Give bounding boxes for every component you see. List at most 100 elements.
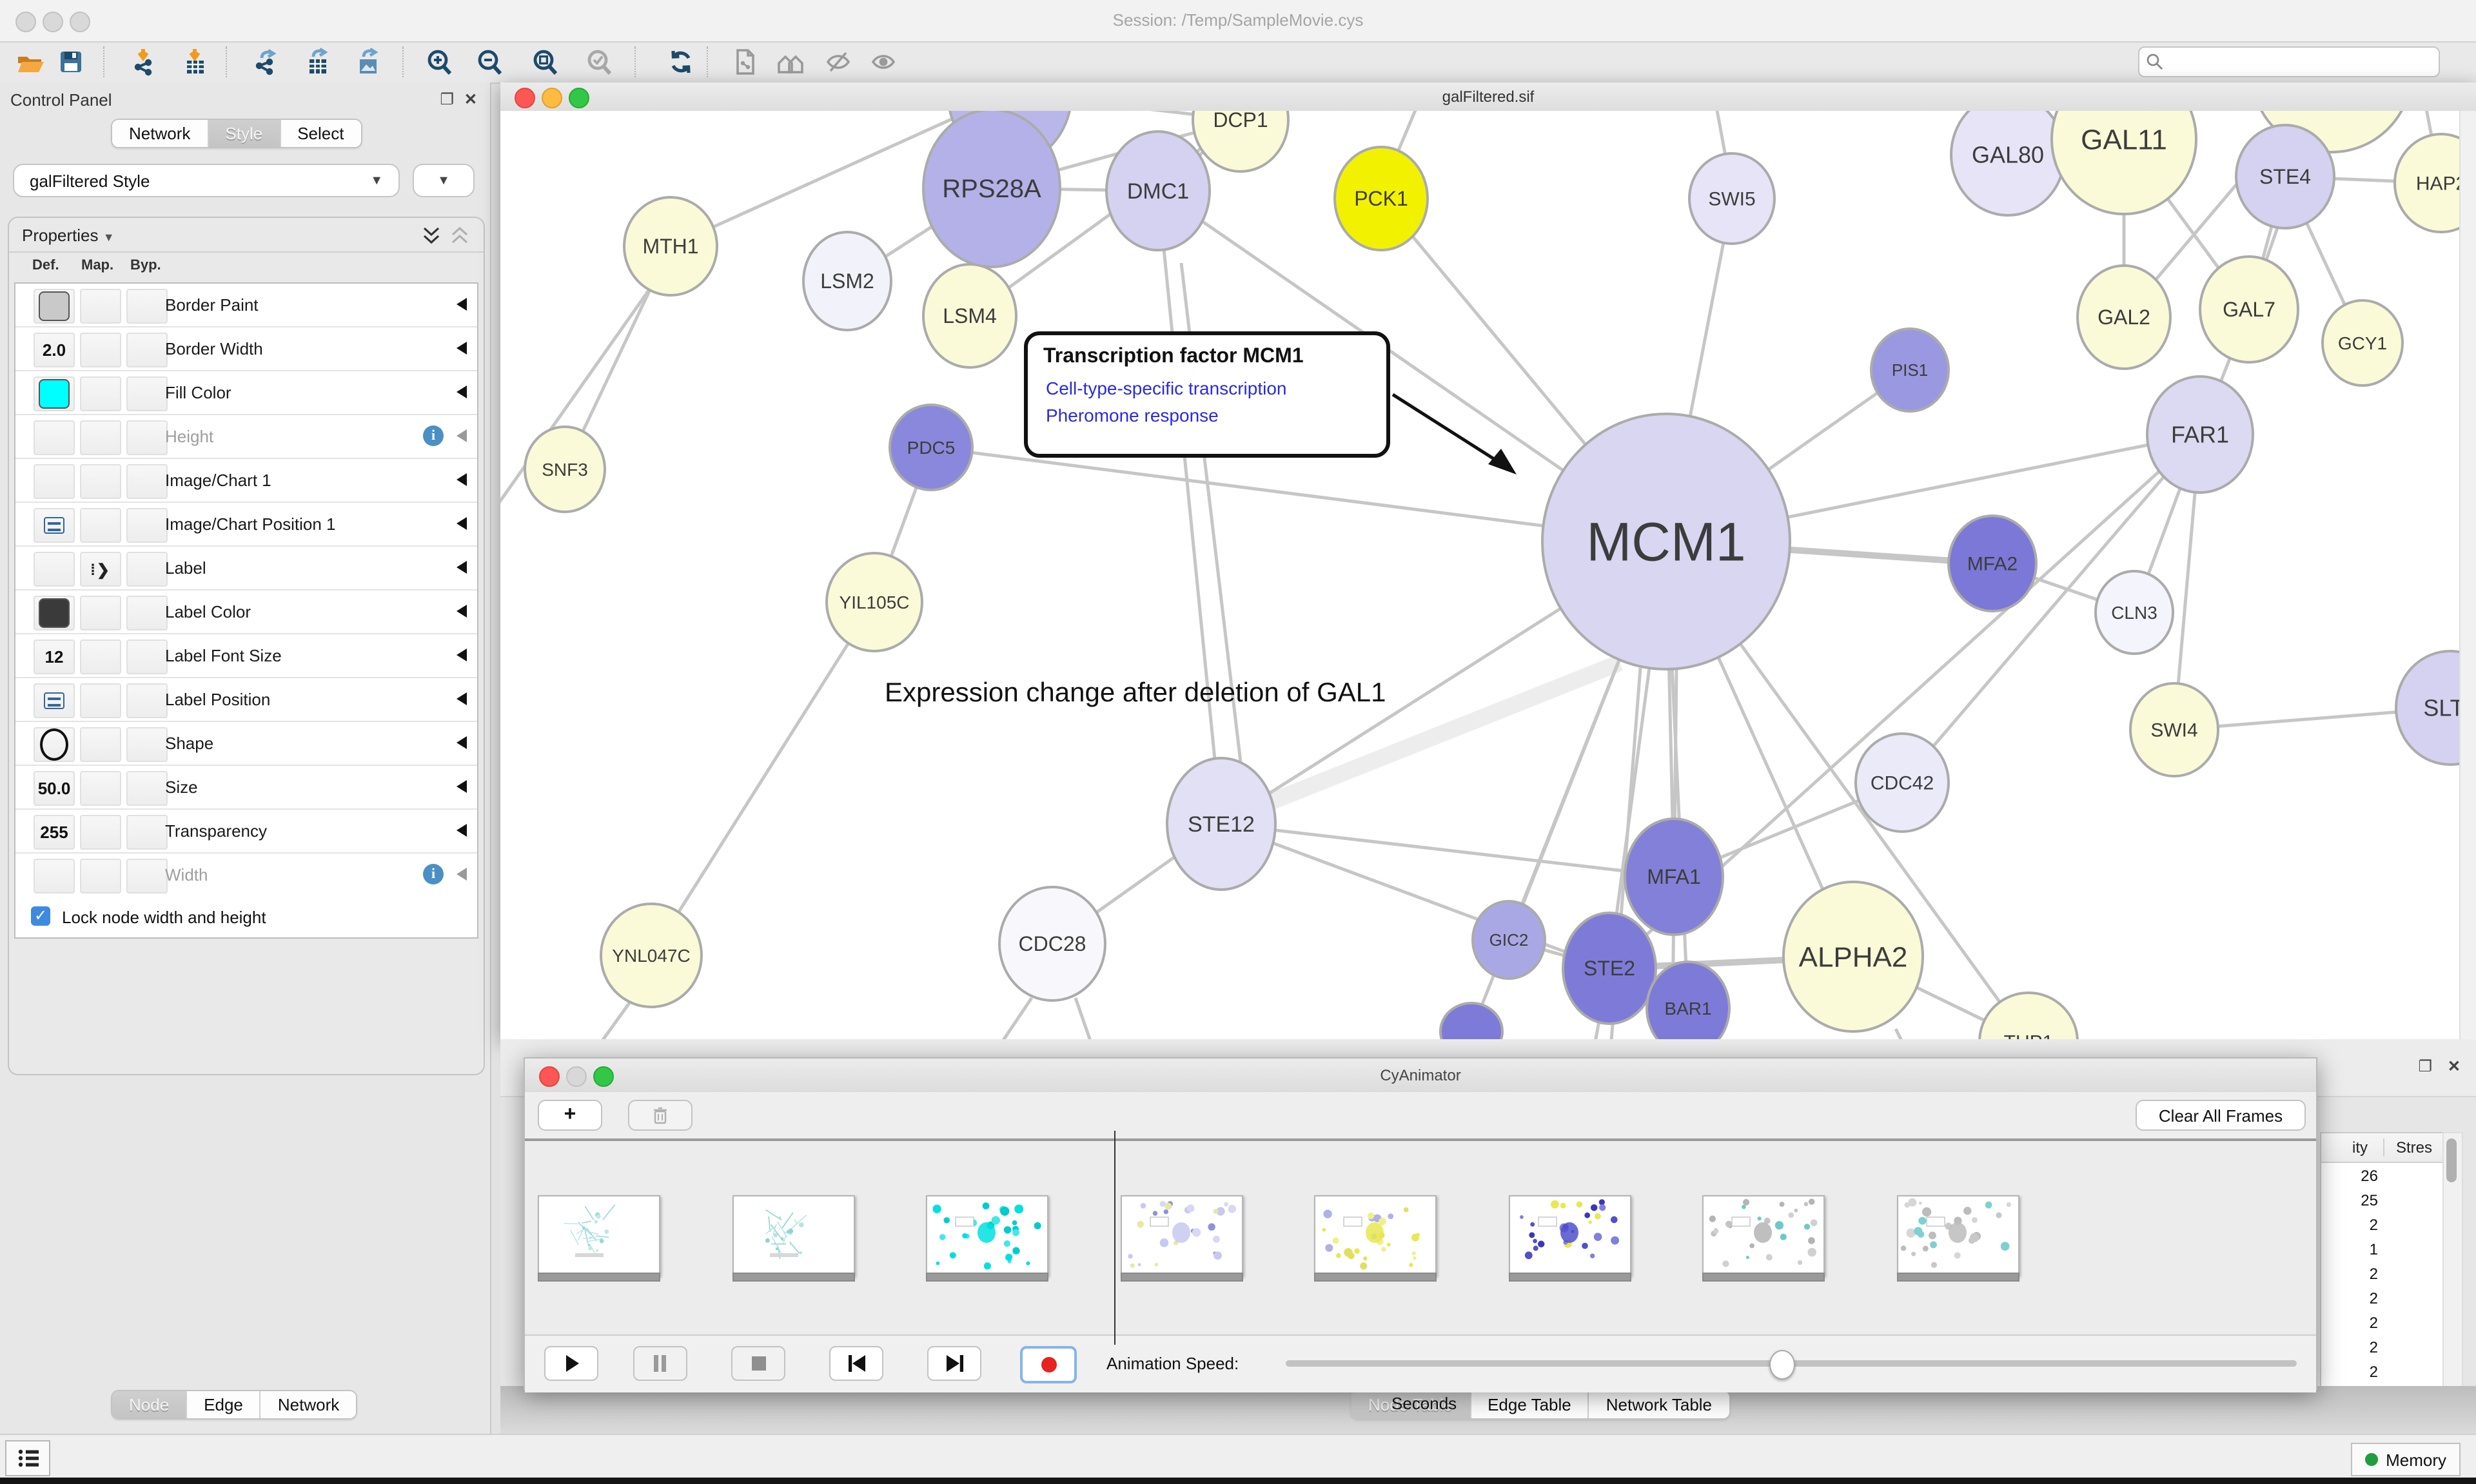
frame-thumbnail-4[interactable] — [1120, 1195, 1243, 1276]
expand-row-icon[interactable] — [457, 649, 467, 661]
info-icon[interactable]: i — [423, 864, 444, 884]
save-session-icon[interactable] — [54, 45, 88, 79]
network-node-DCP1[interactable]: DCP1 — [1193, 111, 1288, 171]
tab-network[interactable]: Network — [112, 120, 208, 147]
open-doc-icon[interactable] — [729, 45, 762, 79]
default-value-cell[interactable]: 12 — [34, 639, 75, 674]
network-node-PDC5[interactable]: PDC5 — [890, 405, 972, 490]
network-node-CLN3[interactable]: CLN3 — [2096, 571, 2173, 654]
open-session-icon[interactable] — [13, 45, 46, 79]
bypass-cell[interactable] — [126, 552, 168, 587]
tab-node[interactable]: Node — [112, 1391, 187, 1418]
default-value-cell[interactable] — [34, 289, 75, 324]
network-node-YIL105C[interactable]: YIL105C — [827, 553, 922, 651]
table-cell[interactable]: 2 — [2321, 1216, 2378, 1234]
bypass-cell[interactable] — [126, 639, 168, 674]
record-button[interactable] — [1020, 1346, 1077, 1383]
network-node-YNL047C[interactable]: YNL047C — [601, 904, 702, 1007]
mapping-cell[interactable] — [80, 596, 121, 630]
tab-edge[interactable]: Edge — [187, 1391, 261, 1418]
default-value-cell[interactable] — [34, 727, 75, 762]
frame-thumbnail-3[interactable] — [926, 1195, 1048, 1276]
default-value-cell[interactable] — [34, 508, 75, 543]
expand-row-icon[interactable] — [457, 517, 467, 530]
network-node-BAR1[interactable]: BAR1 — [1647, 962, 1729, 1039]
tab-edge-table[interactable]: Edge Table — [1471, 1391, 1589, 1418]
zoom-in-icon[interactable] — [423, 45, 457, 79]
animation-speed-thumb[interactable] — [1769, 1350, 1795, 1380]
expand-row-icon[interactable] — [457, 736, 467, 749]
table-cell[interactable]: 2 — [2321, 1314, 2378, 1332]
frame-thumbnail-7[interactable] — [1702, 1195, 1825, 1276]
table-cell[interactable]: 1 — [2321, 1240, 2378, 1258]
mapping-cell[interactable] — [80, 683, 121, 718]
property-row-fill-color[interactable]: Fill Color — [15, 371, 477, 415]
bypass-cell[interactable] — [126, 333, 168, 367]
default-value-cell[interactable] — [34, 552, 75, 587]
network-node-DMC1[interactable]: DMC1 — [1106, 132, 1210, 250]
network-titlebar[interactable]: galFiltered.sif — [500, 83, 2476, 112]
float-panel-icon[interactable]: ❐ — [440, 90, 454, 108]
network-node-SNF3[interactable]: SNF3 — [525, 427, 605, 512]
memory-button[interactable]: Memory — [2351, 1443, 2461, 1476]
zoom-fit-icon[interactable] — [529, 45, 562, 79]
table-vertical-scrollbar[interactable] — [2442, 1132, 2463, 1426]
tab-select[interactable]: Select — [280, 120, 360, 147]
property-row-width[interactable]: Widthi — [15, 854, 477, 897]
network-canvas[interactable]: MTH1RPS28ALSM2LSM4DCP1DMC1PCK1SNF3PDC5YI… — [500, 111, 2461, 1039]
default-value-cell[interactable] — [34, 859, 75, 893]
cyanimator-titlebar[interactable]: CyAnimator — [525, 1059, 2316, 1093]
bypass-cell[interactable] — [126, 727, 168, 762]
expand-row-icon[interactable] — [457, 473, 467, 486]
network-node-CDC28[interactable]: CDC28 — [999, 887, 1105, 1001]
table-cell[interactable]: 2 — [2321, 1289, 2378, 1307]
tab-network[interactable]: Network — [261, 1391, 356, 1418]
add-frame-button[interactable]: + — [538, 1100, 602, 1131]
expand-row-icon[interactable] — [457, 780, 467, 793]
network-node-MCM1[interactable]: MCM1 — [1542, 414, 1790, 669]
expand-row-icon[interactable] — [457, 342, 467, 355]
play-button[interactable] — [544, 1346, 598, 1381]
property-row-border-paint[interactable]: Border Paint — [15, 284, 477, 327]
import-network-icon[interactable] — [126, 45, 160, 79]
export-table-icon[interactable] — [300, 45, 334, 79]
expand-row-icon[interactable] — [457, 386, 467, 398]
collapse-all-icon[interactable] — [451, 227, 468, 244]
network-node-GCY1[interactable]: GCY1 — [2323, 300, 2402, 386]
mapping-cell[interactable] — [80, 639, 121, 674]
network-node-GAL2[interactable]: GAL2 — [2078, 266, 2170, 369]
property-row-label-font-size[interactable]: 12Label Font Size — [15, 634, 477, 678]
frame-thumbnail-1[interactable] — [538, 1195, 660, 1276]
default-value-cell[interactable] — [34, 596, 75, 630]
expand-row-icon[interactable] — [457, 429, 467, 442]
first-neighbors-icon[interactable] — [774, 45, 807, 79]
bypass-cell[interactable] — [126, 508, 168, 543]
property-row-transparency[interactable]: 255Transparency — [15, 810, 477, 854]
mapping-cell[interactable] — [80, 815, 121, 850]
network-node-GAL80[interactable]: GAL80 — [1951, 111, 2065, 215]
network-node-GAL11[interactable]: GAL11 — [2052, 111, 2196, 214]
property-row-size[interactable]: 50.0Size — [15, 766, 477, 810]
style-selector[interactable]: galFiltered Style ▼ — [13, 164, 400, 197]
tab-style[interactable]: Style — [208, 120, 280, 147]
bypass-cell[interactable] — [126, 815, 168, 850]
property-row-image-chart-1[interactable]: Image/Chart 1 — [15, 459, 477, 503]
stop-button[interactable] — [731, 1346, 785, 1381]
mapping-cell[interactable] — [80, 464, 121, 499]
close-panel-icon[interactable]: ✕ — [464, 90, 477, 108]
property-row-label-position[interactable]: Label Position — [15, 678, 477, 722]
show-all-icon[interactable] — [867, 45, 900, 79]
default-value-cell[interactable] — [34, 376, 75, 411]
property-row-label-color[interactable]: Label Color — [15, 591, 477, 634]
table-cell[interactable]: 2 — [2321, 1265, 2378, 1283]
cyanimator-timeline[interactable]: 0123456789Seconds — [525, 1141, 2316, 1334]
frame-thumbnail-5[interactable] — [1314, 1195, 1437, 1276]
network-node-MTH1[interactable]: MTH1 — [624, 197, 717, 295]
export-image-icon[interactable] — [351, 45, 384, 79]
property-row-border-width[interactable]: 2.0Border Width — [15, 327, 477, 371]
float-table-icon[interactable]: ❐ — [2418, 1057, 2432, 1075]
lock-checkbox[interactable]: ✓ — [31, 906, 50, 926]
network-node-pbot[interactable] — [1440, 1003, 1502, 1039]
property-row-shape[interactable]: Shape — [15, 722, 477, 766]
network-node-PIS1[interactable]: PIS1 — [1871, 329, 1949, 411]
